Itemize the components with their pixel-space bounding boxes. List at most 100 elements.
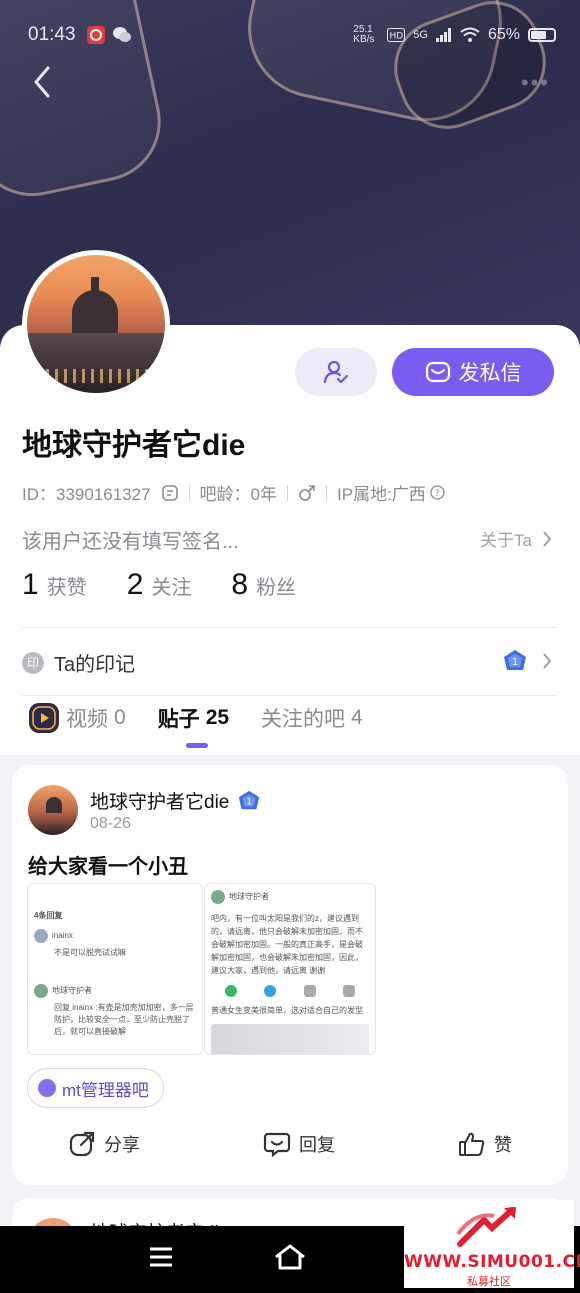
forum-tag-label: mt管理器吧 <box>62 1080 149 1100</box>
image-text: 普通女生变美很简单，选对适合自己的发型 <box>211 1006 363 1015</box>
stat-number: 8 <box>231 568 249 601</box>
post-title[interactable]: 给大家看一个小丑 <box>28 850 188 879</box>
watermark-subtext: 私募社区 <box>467 1276 511 1288</box>
ip-location: IP属地:广西 <box>337 485 426 504</box>
follow-button[interactable] <box>295 348 377 396</box>
watermark-text: WWW.SIMU001.CN <box>404 1252 580 1272</box>
battery-percent: 65% <box>487 26 520 43</box>
help-icon[interactable]: ? <box>430 485 445 500</box>
male-icon <box>299 484 315 501</box>
chevron-right-icon <box>543 530 552 547</box>
marks-row[interactable]: 印 Ta的印记 <box>22 648 135 677</box>
more-options-icon[interactable]: ••• <box>521 70 550 96</box>
image-placeholder <box>211 1024 369 1054</box>
image-text: 地球守护者 <box>229 892 269 902</box>
stat-label: 关注 <box>151 577 192 599</box>
menu-icon[interactable] <box>146 1242 176 1272</box>
seal-icon: 印 <box>22 651 44 674</box>
post-image[interactable]: 地球守护者 吧内，有一位叫太阳是我们的z，建议遇到的，请远离，他只会破解未加密加… <box>204 883 376 1055</box>
message-icon <box>425 361 450 383</box>
post-card[interactable]: 地球守护者它die 1 08-26 给大家看一个小丑 4条回复 inainx 不… <box>12 765 568 1185</box>
post-author[interactable]: 地球守护者它die 1 <box>90 787 261 814</box>
tab-label: 视频 <box>66 708 108 731</box>
tab-count: 4 <box>351 706 363 729</box>
post-actions: 分享 回复 赞 <box>12 1130 568 1158</box>
forum-age: 吧龄：0年 <box>199 485 278 504</box>
reply-label: 回复 <box>299 1135 335 1155</box>
level-badge-icon: 1 <box>239 790 260 809</box>
back-icon[interactable] <box>28 62 58 102</box>
image-text: 4条回复 <box>34 911 63 920</box>
post-image[interactable]: 4条回复 inainx 不是可以脱壳试试嘛 地球守护者 回复 inainx :有… <box>27 883 203 1055</box>
level-badge-icon: 1 <box>504 650 526 670</box>
video-icon <box>29 703 59 733</box>
signal-type: 5G <box>413 29 428 41</box>
stat-following[interactable]: 2 关注 <box>127 568 192 602</box>
copy-icon[interactable] <box>161 484 179 502</box>
like-label: 赞 <box>494 1135 512 1155</box>
avatar[interactable] <box>22 250 170 398</box>
comment-icon <box>263 1132 291 1158</box>
post-author-avatar[interactable] <box>28 785 78 835</box>
notification-app-icon <box>86 26 105 44</box>
signature: 该用户还没有填写签名... <box>22 531 239 553</box>
share-icon <box>69 1131 95 1157</box>
image-text: 吧内，有一位叫太阳是我们的z，建议遇到的，请远离，他只会破解未加密加固，而不会破… <box>211 914 363 975</box>
forum-tag[interactable]: mt管理器吧 <box>27 1068 164 1108</box>
profile-stats: 1 获赞 2 关注 8 粉丝 <box>22 568 296 602</box>
hd-icon: HD <box>387 28 406 42</box>
share-button[interactable]: 分享 <box>68 1130 140 1158</box>
thumbs-up-icon <box>459 1132 485 1156</box>
profile-tabs: 视频 0 贴子 25 关注的吧 4 <box>28 702 363 748</box>
user-id: ID：3390161327 <box>22 485 151 504</box>
tab-count: 0 <box>114 706 126 729</box>
share-label: 分享 <box>104 1135 140 1155</box>
battery-icon <box>528 28 556 42</box>
stat-likes[interactable]: 1 获赞 <box>22 568 87 602</box>
marks-label: Ta的印记 <box>54 654 136 676</box>
svg-text:?: ? <box>435 489 440 499</box>
like-button[interactable]: 赞 <box>458 1130 512 1158</box>
tab-label: 关注的吧 <box>261 708 346 731</box>
image-text: 回复 inainx :有壶是加壳加加密，多一层防护，比较安全一点，至少防止壳脱了… <box>54 1003 194 1036</box>
divider <box>22 695 558 696</box>
reply-button[interactable]: 回复 <box>263 1130 335 1158</box>
tab-label: 贴子 <box>157 708 200 731</box>
svg-text:HD: HD <box>390 32 404 42</box>
image-text: inainx <box>52 931 73 941</box>
post-date: 08-26 <box>90 815 131 832</box>
marks-badges[interactable]: 1 <box>502 648 552 674</box>
divider <box>22 627 558 628</box>
send-message-label: 发私信 <box>458 362 522 385</box>
forum-planet-icon <box>38 1079 56 1097</box>
tab-videos[interactable]: 视频 0 <box>28 702 126 734</box>
post-author-name: 地球守护者它die <box>90 792 230 813</box>
stat-number: 1 <box>22 568 39 601</box>
tab-posts[interactable]: 贴子 25 <box>157 703 230 748</box>
status-time: 01:43 <box>28 24 76 45</box>
profile-meta: ID：3390161327 吧龄：0年 IP属地:广西 ? <box>22 480 445 505</box>
stat-followers[interactable]: 8 粉丝 <box>231 568 296 602</box>
send-message-button[interactable]: 发私信 <box>392 348 554 396</box>
level-badge-number: 1 <box>512 657 518 668</box>
about-link[interactable]: 关于Ta <box>480 526 552 551</box>
image-text: 不是可以脱壳试试嘛 <box>54 948 126 957</box>
stat-label: 粉丝 <box>256 577 297 599</box>
tab-count: 25 <box>205 706 230 729</box>
user-check-icon <box>323 360 349 384</box>
status-bar: 01:43 25.1 KB/s HD 5G 65% <box>28 20 556 50</box>
chevron-right-icon <box>543 653 552 669</box>
wifi-icon <box>460 27 480 42</box>
network-speed: 25.1 KB/s <box>353 24 375 45</box>
watermark: WWW.SIMU001.CN 私募社区 <box>404 1200 580 1288</box>
image-text: 地球守护者 <box>52 986 92 996</box>
watermark-logo-icon <box>456 1207 516 1247</box>
profile-name: 地球守护者它die <box>22 429 246 462</box>
share-icons <box>211 985 369 997</box>
level-badge-number: 1 <box>247 796 253 807</box>
signal-icon <box>435 28 451 42</box>
stat-label: 获赞 <box>46 577 87 599</box>
home-icon[interactable] <box>272 1242 308 1272</box>
tab-followed-forums[interactable]: 关注的吧 4 <box>261 703 363 733</box>
stat-number: 2 <box>126 568 144 601</box>
